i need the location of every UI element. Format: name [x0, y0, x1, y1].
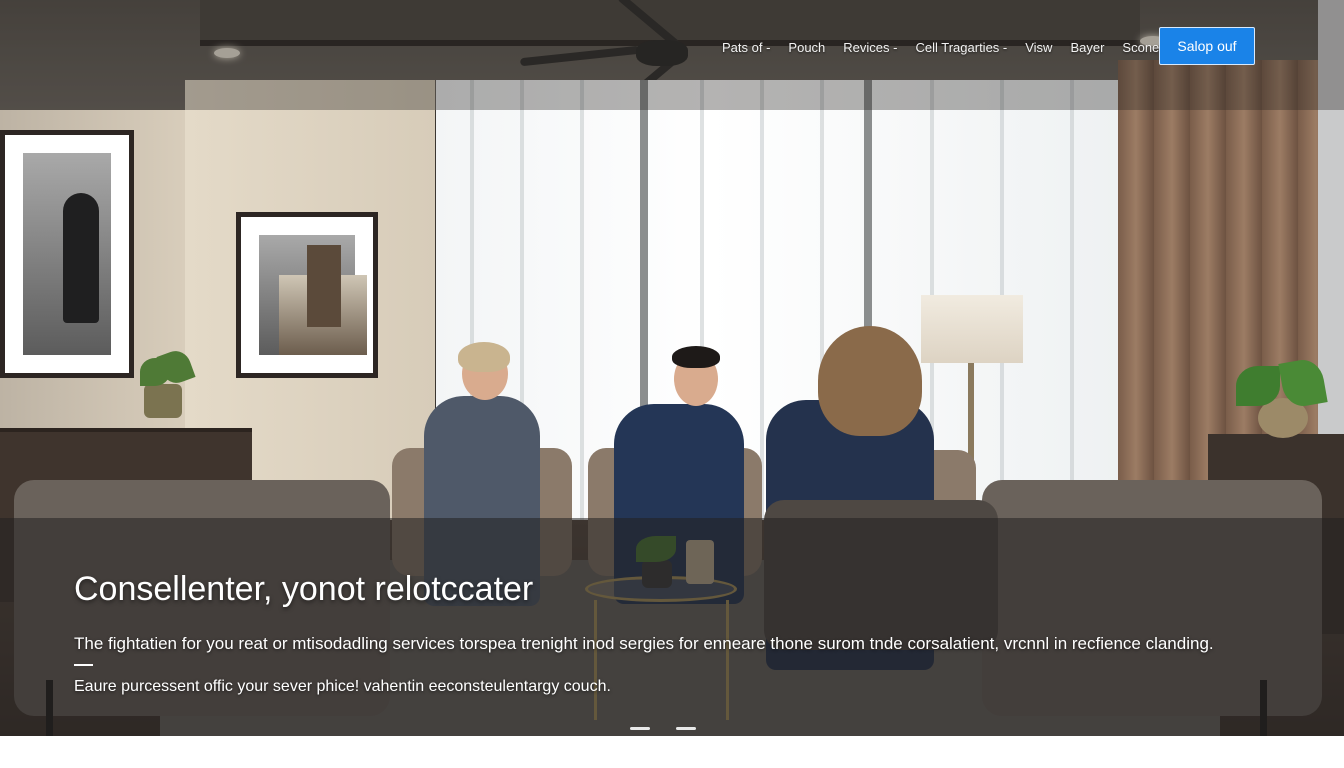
curtain-fold [760, 80, 764, 520]
nav-item-visw[interactable]: Visw [1025, 40, 1052, 55]
consultant-hair [458, 342, 510, 372]
carousel-dot-2[interactable] [676, 727, 696, 730]
caption-overlay [0, 518, 1344, 736]
portrait-artwork [0, 130, 134, 378]
plant-pot [144, 384, 182, 418]
cta-button[interactable]: Salop ouf [1159, 27, 1255, 65]
hero-description: The fightatien for you reat or mtisodadl… [74, 634, 1214, 653]
hero-divider [74, 664, 93, 666]
hero-subtext: Eaure purcessent offic your sever phice!… [74, 678, 611, 695]
nav-item-pats-of[interactable]: Pats of - [722, 40, 770, 55]
nav-item-revices[interactable]: Revices - [843, 40, 897, 55]
curtain-fold [1070, 80, 1074, 520]
advisor-hair [818, 326, 922, 436]
floor-lamp [921, 295, 1023, 363]
main-navigation: Pats of - Pouch Revices - Cell Tragartie… [722, 38, 1159, 56]
artwork-print [23, 153, 111, 355]
hero-banner: Pats of - Pouch Revices - Cell Tragartie… [0, 0, 1344, 736]
carousel-indicators [630, 727, 696, 730]
city-artwork [236, 212, 378, 378]
artwork-tower [307, 245, 341, 327]
artwork-figure [63, 193, 99, 323]
hero-title: Consellenter, yonot relotccater [74, 570, 534, 608]
nav-item-scone[interactable]: Scone [1122, 40, 1159, 55]
client-hair [672, 346, 720, 368]
plant-leaves [1236, 366, 1280, 406]
carousel-dot-1[interactable] [630, 727, 650, 730]
artwork-print [259, 235, 367, 355]
curtain-fold [580, 80, 584, 520]
nav-item-cell-tragarties[interactable]: Cell Tragarties - [915, 40, 1007, 55]
nav-item-bayer[interactable]: Bayer [1070, 40, 1104, 55]
nav-item-pouch[interactable]: Pouch [788, 40, 825, 55]
